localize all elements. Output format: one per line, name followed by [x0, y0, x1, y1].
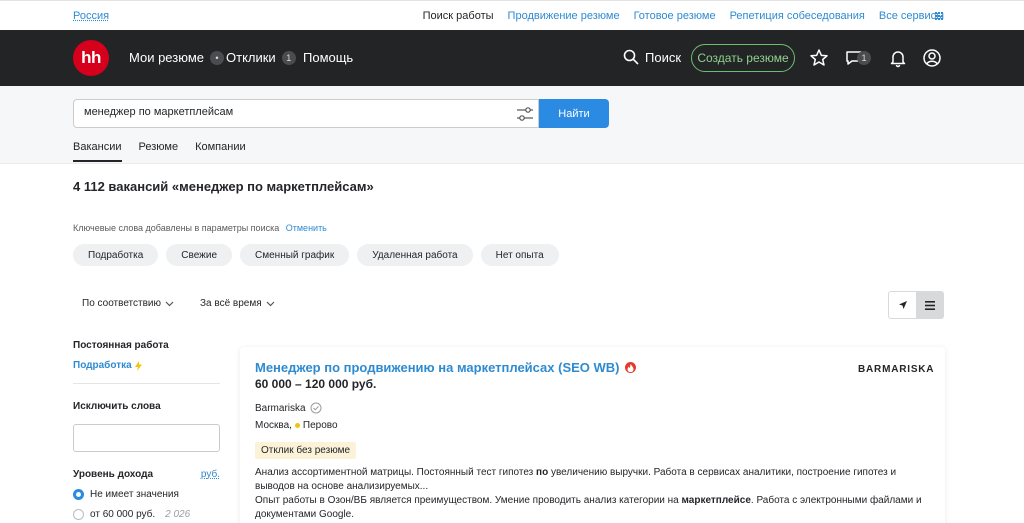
parttime-filter-label: Подработка	[73, 360, 132, 371]
user-icon[interactable]	[921, 47, 943, 69]
chevron-down-icon	[266, 301, 275, 306]
tab-vacancies[interactable]: Вакансии	[73, 141, 122, 162]
chevron-down-icon	[165, 301, 174, 306]
map-view-button[interactable]	[889, 292, 916, 318]
vacancy-location: Москва, Перово	[255, 420, 338, 431]
vacancy-description: Анализ ассортиментной матрицы. Постоянны…	[255, 466, 930, 522]
radio-unselected	[73, 509, 84, 520]
permanent-job-heading: Постоянная работа	[73, 340, 169, 351]
toplink-resume-promotion[interactable]: Продвижение резюме	[508, 10, 620, 22]
parttime-filter-link[interactable]: Подработка	[73, 360, 223, 371]
income-option-label: от 60 000 руб.	[90, 509, 156, 520]
quick-filter-chips: Подработка Свежие Сменный график Удаленн…	[73, 244, 559, 266]
grid-icon[interactable]	[934, 11, 943, 20]
region-link[interactable]: Россия	[73, 10, 109, 22]
income-option-label: Не имеет значения	[90, 489, 179, 500]
nav-search[interactable]: Поиск	[623, 49, 681, 65]
find-button[interactable]: Найти	[539, 99, 609, 128]
star-icon[interactable]	[808, 47, 830, 69]
hh-logo[interactable]: hh	[73, 40, 109, 76]
income-header: Уровень дохода руб.	[73, 469, 220, 480]
search-icon	[623, 49, 639, 65]
sort-label: По соответствию	[82, 298, 161, 309]
search-zone: Найти Вакансии Резюме Компании	[0, 86, 1024, 164]
vacancy-title-link[interactable]: Менеджер по продвижению на маркетплейсах…	[255, 360, 620, 375]
sidebar-divider	[73, 383, 220, 384]
income-currency-selector[interactable]: руб.	[201, 469, 220, 480]
verified-icon	[310, 402, 322, 414]
vacancy-company-link[interactable]: Barmariska	[255, 403, 306, 414]
income-option-any[interactable]: Не имеет значения	[73, 489, 223, 500]
exclude-words-input[interactable]	[73, 424, 220, 452]
period-label: За всё время	[200, 298, 262, 309]
top-links: Поиск работы Продвижение резюме Готовое …	[423, 10, 944, 22]
sort-row: По соответствию За всё время	[82, 298, 275, 309]
search-tabs: Вакансии Резюме Компании	[73, 141, 246, 162]
my-resumes-badge: •	[210, 50, 224, 65]
nav-search-label: Поиск	[645, 49, 682, 65]
chip-fresh[interactable]: Свежие	[166, 244, 233, 266]
fire-icon	[624, 362, 636, 373]
chip-remote[interactable]: Удаленная работа	[357, 244, 473, 266]
vacancy-title-row: Менеджер по продвижению на маркетплейсах…	[255, 360, 636, 375]
tab-companies[interactable]: Компании	[195, 141, 246, 162]
main-navbar: hh Мои резюме • Отклики 1 Помощь Поиск С…	[0, 30, 1024, 86]
sort-dropdown[interactable]: По соответствию	[82, 298, 174, 309]
filter-icon[interactable]	[516, 105, 534, 123]
chip-no-experience[interactable]: Нет опыта	[480, 244, 559, 266]
keywords-cancel-link[interactable]: Отменить	[286, 223, 327, 233]
keywords-note-text: Ключевые слова добавлены в параметры пои…	[73, 223, 280, 233]
nav-help-label: Помощь	[303, 50, 354, 65]
nav-my-resumes[interactable]: Мои резюме •	[129, 50, 224, 65]
vacancy-duties: Анализ ассортиментной матрицы. Постоянны…	[255, 467, 897, 492]
radio-selected	[73, 489, 84, 500]
responses-badge: 1	[281, 50, 296, 65]
vacancy-card: Менеджер по продвижению на маркетплейсах…	[240, 347, 945, 523]
results-title: 4 112 вакансий «менеджер по маркетплейса…	[73, 179, 374, 194]
location-arrow-icon	[898, 301, 907, 309]
nav-my-resumes-label: Мои резюме	[129, 50, 204, 65]
chip-shift-schedule[interactable]: Сменный график	[240, 244, 350, 266]
nav-responses-label: Отклики	[226, 50, 276, 65]
lightning-icon	[134, 360, 142, 371]
vacancy-salary: 60 000 – 120 000 руб.	[255, 377, 377, 391]
bell-icon[interactable]	[887, 47, 909, 69]
list-view-button[interactable]	[916, 292, 943, 318]
toplink-ready-resume[interactable]: Готовое резюме	[634, 10, 716, 22]
list-icon	[924, 300, 935, 310]
view-toggle	[888, 291, 944, 319]
nav-responses[interactable]: Отклики 1	[226, 50, 296, 65]
company-logo[interactable]: BARMARISKA	[858, 364, 934, 375]
vacancy-city: Москва,	[255, 420, 292, 431]
income-option-60000[interactable]: от 60 000 руб. 2 026	[73, 509, 223, 520]
period-dropdown[interactable]: За всё время	[200, 298, 275, 309]
metro-line-dot	[294, 423, 300, 428]
chip-parttime[interactable]: Подработка	[73, 244, 159, 266]
top-strip: Россия Поиск работы Продвижение резюме Г…	[0, 0, 1024, 30]
no-resume-badge: Отклик без резюме	[255, 442, 357, 459]
income-option-count: 2 026	[165, 509, 191, 520]
toplink-interview-rehearsal[interactable]: Репетиция собеседования	[730, 10, 865, 22]
search-input[interactable]	[84, 106, 504, 118]
vacancy-metro: Перово	[302, 420, 338, 431]
income-heading: Уровень дохода	[73, 469, 154, 480]
filters-sidebar: Постоянная работа Подработка Исключить с…	[73, 340, 223, 520]
toplink-job-search[interactable]: Поиск работы	[423, 10, 494, 22]
vacancy-requirements: Опыт работы в Озон/ВБ является преимущес…	[255, 495, 922, 520]
nav-help[interactable]: Помощь	[303, 50, 353, 65]
search-box	[73, 99, 539, 128]
tab-resumes[interactable]: Резюме	[139, 141, 179, 162]
keywords-note: Ключевые слова добавлены в параметры пои…	[73, 223, 327, 233]
vacancy-company-row: Barmariska	[255, 402, 322, 414]
exclude-words-heading: Исключить слова	[73, 401, 161, 412]
create-resume-button[interactable]: Создать резюме	[691, 44, 795, 72]
chat-badge: 1	[857, 51, 871, 65]
